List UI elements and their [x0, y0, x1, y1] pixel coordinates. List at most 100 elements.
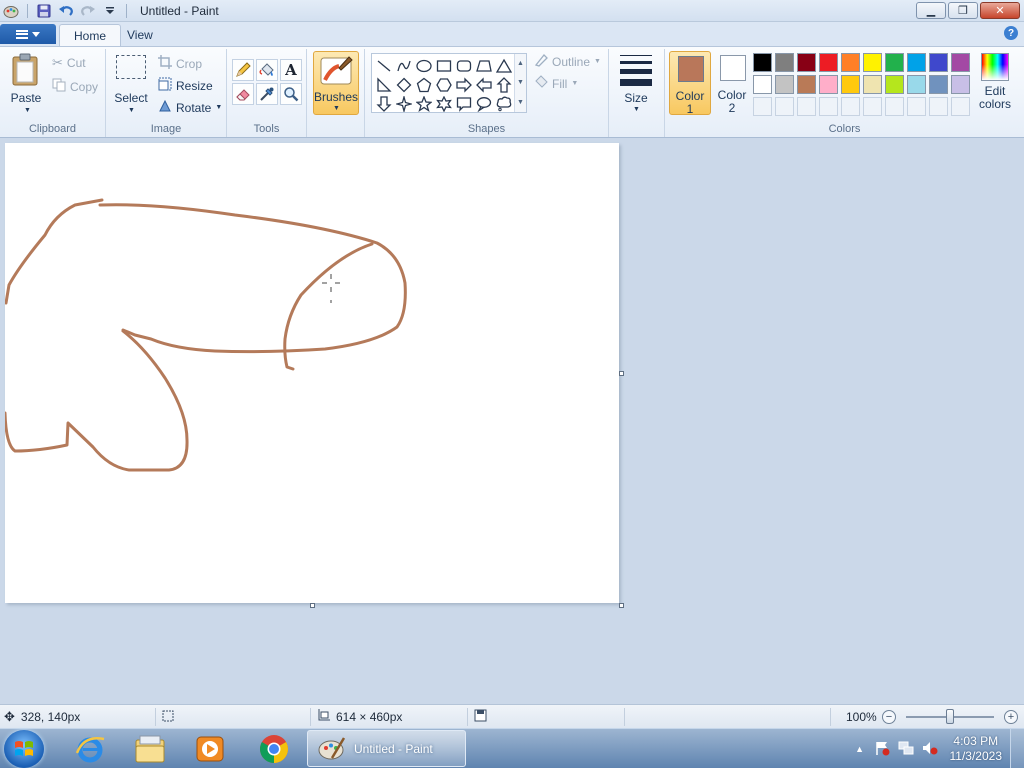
rectangle-shape-icon[interactable] [434, 56, 454, 75]
chevron-up-icon[interactable]: ▲ [517, 60, 524, 67]
custom-color-slot[interactable] [841, 97, 860, 116]
undo-icon[interactable] [57, 2, 75, 20]
zoom-slider-thumb[interactable] [946, 709, 954, 724]
internet-explorer-icon[interactable] [64, 732, 116, 766]
custom-color-slot[interactable] [929, 97, 948, 116]
fill-bucket-icon[interactable] [256, 59, 278, 81]
save-icon[interactable] [35, 2, 53, 20]
pencil-icon[interactable] [232, 59, 254, 81]
right-triangle-shape-icon[interactable] [374, 75, 394, 94]
polygon-shape-icon[interactable] [474, 56, 494, 75]
rotate-button[interactable]: Rotate ▼ [158, 99, 222, 116]
file-explorer-icon[interactable] [124, 732, 176, 766]
taskbar-paint-task[interactable]: Untitled - Paint [307, 730, 466, 767]
custom-color-slot[interactable] [951, 97, 970, 116]
custom-color-slot[interactable] [775, 97, 794, 116]
six-point-star-shape-icon[interactable] [434, 94, 454, 113]
color-picker-icon[interactable] [256, 83, 278, 105]
resize-button[interactable]: Resize [158, 77, 213, 94]
zoom-in-button[interactable]: + [1004, 710, 1018, 724]
gallery-expand-icon[interactable]: ▼ [517, 99, 524, 106]
palette-swatch[interactable] [775, 75, 794, 94]
crop-button[interactable]: Crop [158, 55, 202, 72]
right-arrow-shape-icon[interactable] [454, 75, 474, 94]
tab-view[interactable]: View [113, 24, 167, 46]
up-arrow-shape-icon[interactable] [494, 75, 514, 94]
curve-shape-icon[interactable] [394, 56, 414, 75]
palette-swatch[interactable] [797, 75, 816, 94]
palette-swatch[interactable] [951, 53, 970, 72]
canvas-resize-handle-corner[interactable] [619, 603, 624, 608]
shapes-gallery-scroll[interactable]: ▲ ▼ ▼ [514, 54, 526, 112]
media-player-icon[interactable] [184, 732, 236, 766]
start-button[interactable] [4, 730, 44, 768]
canvas-resize-handle-right[interactable] [619, 371, 624, 376]
customize-qat-icon[interactable] [101, 2, 119, 20]
chevron-up-icon[interactable]: ▲ [855, 744, 864, 754]
palette-swatch[interactable] [753, 53, 772, 72]
chrome-icon[interactable] [248, 732, 300, 766]
palette-swatch[interactable] [753, 75, 772, 94]
oval-callout-shape-icon[interactable] [474, 94, 494, 113]
canvas-resize-handle-bottom[interactable] [310, 603, 315, 608]
drawing-canvas[interactable] [3, 143, 619, 603]
cloud-callout-shape-icon[interactable] [494, 94, 514, 113]
tab-home[interactable]: Home [59, 24, 122, 46]
custom-color-slot[interactable] [753, 97, 772, 116]
hexagon-shape-icon[interactable] [434, 75, 454, 94]
restore-button[interactable]: ❐ [948, 2, 978, 19]
palette-swatch[interactable] [863, 53, 882, 72]
palette-swatch[interactable] [951, 75, 970, 94]
close-button[interactable]: ✕ [980, 2, 1020, 19]
action-center-flag-icon[interactable] [874, 740, 890, 759]
paint-app-icon[interactable] [2, 2, 20, 20]
custom-color-slot[interactable] [907, 97, 926, 116]
volume-muted-icon[interactable] [922, 740, 938, 759]
palette-swatch[interactable] [775, 53, 794, 72]
outline-button[interactable]: Outline ▼ [534, 53, 601, 70]
palette-swatch[interactable] [863, 75, 882, 94]
paste-button[interactable]: Paste ▼ [10, 53, 44, 114]
edit-colors-button[interactable]: Edit colors [975, 51, 1015, 115]
copy-button[interactable]: Copy [52, 78, 98, 95]
text-tool-icon[interactable]: A [280, 59, 302, 81]
taskbar-clock[interactable]: 4:03 PM 11/3/2023 [950, 734, 1003, 764]
custom-color-slot[interactable] [863, 97, 882, 116]
show-desktop-button[interactable] [1010, 729, 1024, 768]
magnifier-icon[interactable] [280, 83, 302, 105]
diamond-shape-icon[interactable] [394, 75, 414, 94]
rounded-rectangle-shape-icon[interactable] [454, 56, 474, 75]
palette-swatch[interactable] [841, 75, 860, 94]
four-point-star-shape-icon[interactable] [394, 94, 414, 113]
five-point-star-shape-icon[interactable] [414, 94, 434, 113]
color2-button[interactable]: Color 2 [712, 51, 754, 115]
paint-menu-button[interactable] [0, 24, 56, 44]
palette-swatch[interactable] [929, 53, 948, 72]
minimize-button[interactable]: ▁ [916, 2, 946, 19]
cut-button[interactable]: ✂ Cut [52, 55, 86, 71]
help-icon[interactable]: ? [1004, 26, 1018, 40]
size-button[interactable]: Size ▼ [614, 51, 658, 115]
custom-color-slot[interactable] [885, 97, 904, 116]
palette-swatch[interactable] [907, 75, 926, 94]
palette-swatch[interactable] [841, 53, 860, 72]
eraser-icon[interactable] [232, 83, 254, 105]
color1-button[interactable]: Color 1 [669, 51, 711, 116]
down-arrow-shape-icon[interactable] [374, 94, 394, 113]
palette-swatch[interactable] [907, 53, 926, 72]
palette-swatch[interactable] [929, 75, 948, 94]
zoom-out-button[interactable]: − [882, 710, 896, 724]
rectangular-callout-shape-icon[interactable] [454, 94, 474, 113]
custom-color-slot[interactable] [797, 97, 816, 116]
palette-swatch[interactable] [797, 53, 816, 72]
palette-swatch[interactable] [819, 75, 838, 94]
oval-shape-icon[interactable] [414, 56, 434, 75]
custom-color-slot[interactable] [819, 97, 838, 116]
redo-icon[interactable] [79, 2, 97, 20]
palette-swatch[interactable] [819, 53, 838, 72]
network-icon[interactable] [898, 740, 914, 759]
select-button[interactable]: Select ▼ [114, 55, 148, 115]
line-shape-icon[interactable] [374, 56, 394, 75]
workspace[interactable] [0, 138, 1024, 704]
chevron-down-icon[interactable]: ▼ [517, 79, 524, 86]
